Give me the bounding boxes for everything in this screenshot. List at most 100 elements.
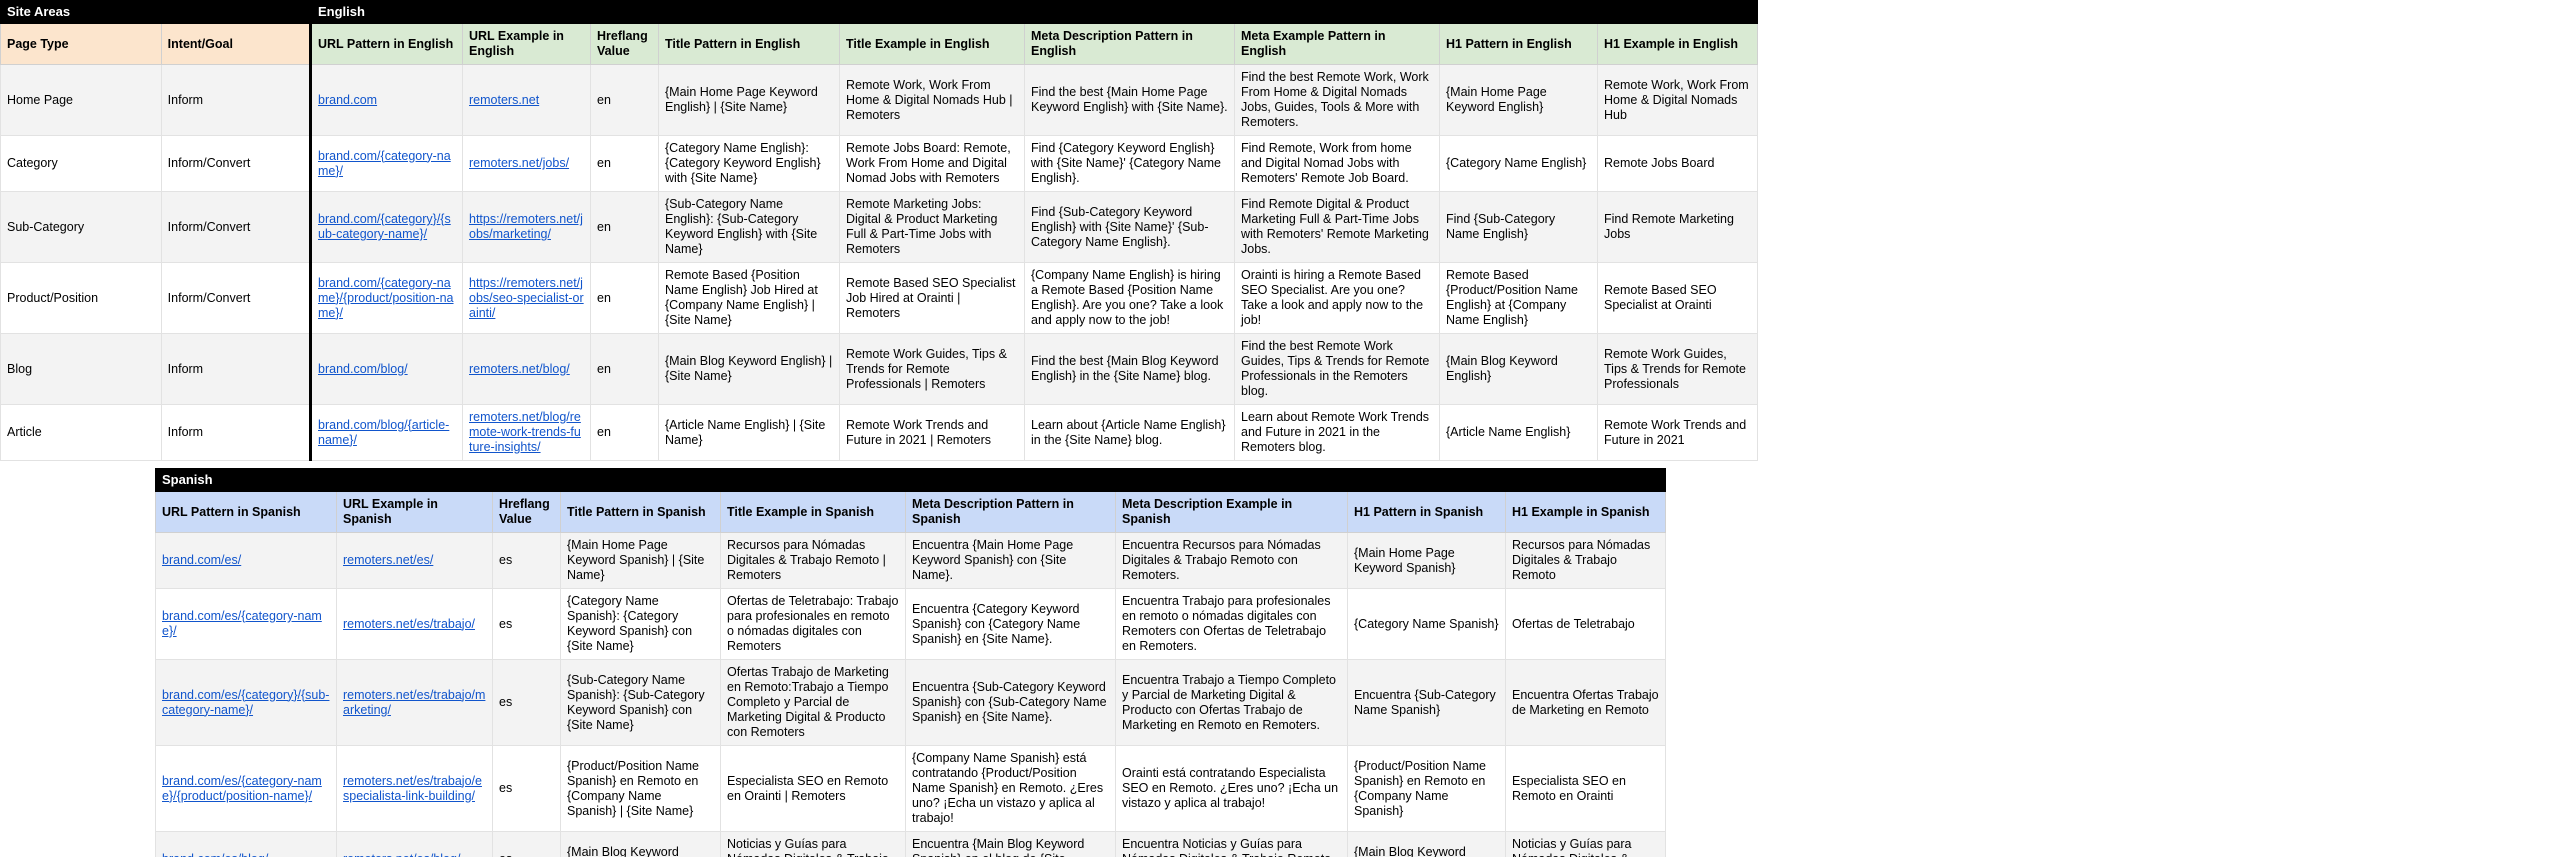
- header-meta-pattern-en[interactable]: Meta Description Pattern in English: [1024, 23, 1235, 65]
- cell-title-example-en[interactable]: Remote Based SEO Specialist Job Hired at…: [839, 262, 1025, 334]
- header-meta-pattern-es[interactable]: Meta Description Pattern in Spanish: [905, 491, 1116, 533]
- cell-title-example-es[interactable]: Ofertas Trabajo de Marketing en Remoto:T…: [720, 659, 906, 746]
- cell-h1-example-es[interactable]: Ofertas de Teletrabajo: [1505, 588, 1666, 660]
- cell-title-pattern-es[interactable]: {Main Home Page Keyword Spanish} | {Site…: [560, 532, 721, 589]
- header-page-type[interactable]: Page Type: [0, 23, 162, 65]
- table-row[interactable]: Blog Inform brand.com/blog/remoters.net/bl…: [0, 333, 1758, 405]
- cell-h1-pattern-es[interactable]: {Product/Position Name Spanish} en Remot…: [1347, 745, 1506, 832]
- cell-hreflang-en[interactable]: en: [590, 262, 659, 334]
- header-title-pattern-es[interactable]: Title Pattern in Spanish: [560, 491, 721, 533]
- cell-meta-example-es[interactable]: Encuentra Noticias y Guías para Nómadas …: [1115, 831, 1348, 857]
- table-row[interactable]: Article Inform brand.com/blog/{article-nam…: [0, 404, 1758, 461]
- table-row[interactable]: Sub-Category Inform/Convert brand.com/{cat…: [0, 191, 1758, 263]
- cell-url-example-en[interactable]: https://remoters.net/jobs/seo-specialist…: [462, 262, 591, 334]
- header-url-pattern-es[interactable]: URL Pattern in Spanish: [155, 491, 337, 533]
- cell-url-pattern-es-link[interactable]: brand.com/es/blog/: [162, 852, 268, 857]
- cell-url-pattern-es[interactable]: brand.com/es/{category}/{sub-category-na…: [155, 659, 337, 746]
- cell-url-pattern-en-link[interactable]: brand.com/{category}/{sub-category-name}…: [318, 212, 451, 241]
- cell-title-pattern-es[interactable]: {Main Blog Keyword Spanish} | {Site Name…: [560, 831, 721, 857]
- cell-url-example-en-link[interactable]: remoters.net/jobs/: [469, 156, 569, 170]
- cell-url-example-en-link[interactable]: remoters.net/blog/remote-work-trends-fut…: [469, 410, 581, 454]
- cell-url-pattern-en[interactable]: brand.com/blog/{article-name}/: [309, 404, 463, 461]
- header-title-pattern-en[interactable]: Title Pattern in English: [658, 23, 840, 65]
- cell-hreflang-en[interactable]: en: [590, 333, 659, 405]
- cell-title-pattern-en[interactable]: Remote Based {Position Name English} Job…: [658, 262, 840, 334]
- cell-meta-example-es[interactable]: Encuentra Trabajo para profesionales en …: [1115, 588, 1348, 660]
- cell-h1-pattern-es[interactable]: {Main Home Page Keyword Spanish}: [1347, 532, 1506, 589]
- cell-page-type[interactable]: Product/Position: [0, 262, 162, 334]
- cell-intent-goal[interactable]: Inform/Convert: [160, 262, 312, 334]
- cell-intent-goal[interactable]: Inform: [160, 333, 312, 405]
- cell-meta-pattern-en[interactable]: Find {Sub-Category Keyword English} with…: [1024, 191, 1235, 263]
- cell-meta-pattern-es[interactable]: Encuentra {Main Home Page Keyword Spanis…: [905, 532, 1116, 589]
- cell-page-type[interactable]: Article: [0, 404, 162, 461]
- cell-url-example-es[interactable]: remoters.net/es/trabajo/marketing/: [336, 659, 493, 746]
- cell-url-pattern-en[interactable]: brand.com/blog/: [309, 333, 463, 405]
- cell-url-example-en-link[interactable]: https://remoters.net/jobs/seo-specialist…: [469, 276, 584, 320]
- cell-meta-pattern-en[interactable]: {Company Name English} is hiring a Remot…: [1024, 262, 1235, 334]
- table-row[interactable]: brand.com/es/blog/remoters.net/es/blog/e…: [155, 831, 1666, 857]
- cell-url-example-es[interactable]: remoters.net/es/trabajo/: [336, 588, 493, 660]
- cell-meta-example-es[interactable]: Encuentra Trabajo a Tiempo Completo y Pa…: [1115, 659, 1348, 746]
- cell-meta-pattern-es[interactable]: Encuentra {Main Blog Keyword Spanish} en…: [905, 831, 1116, 857]
- cell-meta-example-en[interactable]: Find Remote, Work from home and Digital …: [1234, 135, 1440, 192]
- header-meta-example-en[interactable]: Meta Example Pattern in English: [1234, 23, 1440, 65]
- cell-url-pattern-en-link[interactable]: brand.com/{category-name}/{product/posit…: [318, 276, 454, 320]
- cell-title-pattern-en[interactable]: {Main Blog Keyword English} | {Site Name…: [658, 333, 840, 405]
- cell-hreflang-es[interactable]: es: [492, 745, 561, 832]
- cell-url-pattern-en[interactable]: brand.com: [309, 64, 463, 136]
- header-hreflang-es[interactable]: Hreflang Value: [492, 491, 561, 533]
- cell-title-example-en[interactable]: Remote Work, Work From Home & Digital No…: [839, 64, 1025, 136]
- cell-url-example-en-link[interactable]: https://remoters.net/jobs/marketing/: [469, 212, 583, 241]
- cell-url-example-en[interactable]: remoters.net/blog/: [462, 333, 591, 405]
- cell-url-pattern-es[interactable]: brand.com/es/{category-name}/: [155, 588, 337, 660]
- cell-intent-goal[interactable]: Inform: [160, 64, 312, 136]
- header-intent-goal[interactable]: Intent/Goal: [160, 23, 312, 65]
- cell-url-example-en-link[interactable]: remoters.net/blog/: [469, 362, 570, 376]
- header-h1-example-es[interactable]: H1 Example in Spanish: [1505, 491, 1666, 533]
- cell-meta-example-es[interactable]: Orainti está contratando Especialista SE…: [1115, 745, 1348, 832]
- cell-h1-example-es[interactable]: Noticias y Guías para Nómadas Digitales …: [1505, 831, 1666, 857]
- cell-h1-example-en[interactable]: Remote Work, Work From Home & Digital No…: [1597, 64, 1758, 136]
- cell-meta-pattern-en[interactable]: Learn about {Article Name English} in th…: [1024, 404, 1235, 461]
- cell-h1-example-es[interactable]: Recursos para Nómadas Digitales & Trabaj…: [1505, 532, 1666, 589]
- cell-h1-pattern-es[interactable]: {Main Blog Keyword Spanish}: [1347, 831, 1506, 857]
- cell-h1-pattern-en[interactable]: {Article Name English}: [1439, 404, 1598, 461]
- cell-h1-example-en[interactable]: Find Remote Marketing Jobs: [1597, 191, 1758, 263]
- cell-intent-goal[interactable]: Inform: [160, 404, 312, 461]
- cell-intent-goal[interactable]: Inform/Convert: [160, 135, 312, 192]
- cell-title-example-en[interactable]: Remote Work Trends and Future in 2021 | …: [839, 404, 1025, 461]
- cell-url-example-en[interactable]: remoters.net/blog/remote-work-trends-fut…: [462, 404, 591, 461]
- cell-url-pattern-es-link[interactable]: brand.com/es/{category}/{sub-category-na…: [162, 688, 329, 717]
- cell-url-example-es-link[interactable]: remoters.net/es/trabajo/: [343, 617, 475, 631]
- cell-meta-example-en[interactable]: Find the best Remote Work, Work From Hom…: [1234, 64, 1440, 136]
- cell-meta-example-en[interactable]: Find Remote Digital & Product Marketing …: [1234, 191, 1440, 263]
- cell-url-example-en[interactable]: https://remoters.net/jobs/marketing/: [462, 191, 591, 263]
- cell-title-pattern-en[interactable]: {Main Home Page Keyword English} | {Site…: [658, 64, 840, 136]
- cell-title-pattern-en[interactable]: {Sub-Category Name English}: {Sub-Catego…: [658, 191, 840, 263]
- cell-page-type[interactable]: Home Page: [0, 64, 162, 136]
- cell-hreflang-es[interactable]: es: [492, 831, 561, 857]
- table-row[interactable]: Category Inform/Convert brand.com/{categor…: [0, 135, 1758, 192]
- cell-meta-pattern-en[interactable]: Find {Category Keyword English} with {Si…: [1024, 135, 1235, 192]
- table-row[interactable]: brand.com/es/{category-name}/ remoters.ne…: [155, 588, 1666, 660]
- cell-hreflang-es[interactable]: es: [492, 588, 561, 660]
- cell-hreflang-es[interactable]: es: [492, 532, 561, 589]
- cell-url-example-es-link[interactable]: remoters.net/es/: [343, 553, 433, 567]
- cell-meta-example-en[interactable]: Learn about Remote Work Trends and Futur…: [1234, 404, 1440, 461]
- header-title-example-en[interactable]: Title Example in English: [839, 23, 1025, 65]
- cell-title-example-es[interactable]: Especialista SEO en Remoto en Orainti | …: [720, 745, 906, 832]
- cell-url-example-en[interactable]: remoters.net/jobs/: [462, 135, 591, 192]
- cell-page-type[interactable]: Sub-Category: [0, 191, 162, 263]
- cell-url-pattern-en-link[interactable]: brand.com: [318, 93, 377, 107]
- cell-h1-example-en[interactable]: Remote Work Guides, Tips & Trends for Re…: [1597, 333, 1758, 405]
- cell-url-pattern-es[interactable]: brand.com/es/blog/: [155, 831, 337, 857]
- header-meta-example-es[interactable]: Meta Description Example in Spanish: [1115, 491, 1348, 533]
- table-row[interactable]: brand.com/es/remoters.net/es/es {Main Hom…: [155, 532, 1666, 589]
- header-h1-example-en[interactable]: H1 Example in English: [1597, 23, 1758, 65]
- header-url-pattern-en[interactable]: URL Pattern in English: [309, 23, 463, 65]
- cell-h1-example-en[interactable]: Remote Based SEO Specialist at Orainti: [1597, 262, 1758, 334]
- cell-meta-example-es[interactable]: Encuentra Recursos para Nómadas Digitale…: [1115, 532, 1348, 589]
- cell-meta-pattern-es[interactable]: {Company Name Spanish} está contratando …: [905, 745, 1116, 832]
- header-h1-pattern-en[interactable]: H1 Pattern in English: [1439, 23, 1598, 65]
